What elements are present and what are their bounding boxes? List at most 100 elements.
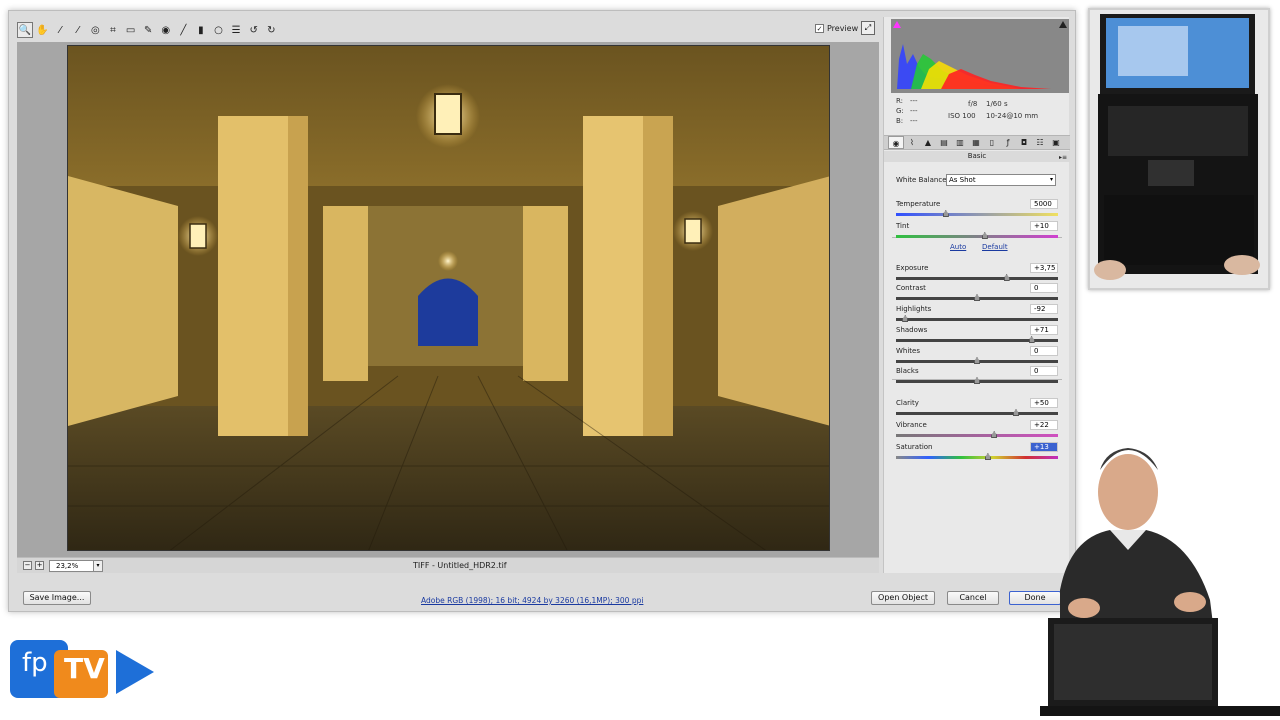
- cancel-button[interactable]: Cancel: [947, 591, 999, 605]
- white-balance-value: As Shot: [949, 176, 976, 184]
- slider-track[interactable]: [896, 456, 1058, 459]
- shadow-clipping-icon[interactable]: [893, 21, 901, 28]
- slider-value-input[interactable]: 0: [1030, 346, 1058, 356]
- split-toning-tab-icon[interactable]: ▥: [952, 136, 968, 149]
- preview-toggle[interactable]: ✓ Preview: [815, 24, 858, 33]
- slider-track[interactable]: [896, 213, 1058, 216]
- camera-calibration-tab-icon[interactable]: ◘: [1016, 136, 1032, 149]
- preview-label: Preview: [827, 24, 859, 33]
- slider-thumb[interactable]: [1003, 274, 1010, 281]
- slider-value-input[interactable]: -92: [1030, 304, 1058, 314]
- slider-blacks[interactable]: Blacks 0: [896, 366, 1058, 387]
- slider-value-input[interactable]: +10: [1030, 221, 1058, 231]
- image-canvas[interactable]: [17, 42, 879, 557]
- zoom-in-button[interactable]: +: [35, 561, 44, 570]
- slider-clarity[interactable]: Clarity +50: [896, 398, 1058, 419]
- adjustment-brush-icon[interactable]: ╱: [175, 22, 191, 38]
- panel-tabs: ◉ ⌇ ▲ ▤ ▥ ▦ ▯ ƒ ◘ ☷ ▣: [884, 135, 1070, 150]
- slider-thumb[interactable]: [1013, 409, 1019, 416]
- slider-label: Temperature: [896, 200, 941, 208]
- crop-icon[interactable]: ⌗: [105, 22, 121, 38]
- webcam-inset: [1088, 8, 1270, 290]
- slider-track[interactable]: [896, 412, 1058, 415]
- radial-filter-icon[interactable]: ○: [211, 22, 227, 38]
- spot-removal-icon[interactable]: ✎: [140, 22, 156, 38]
- panel-menu-icon[interactable]: ▸≡: [1059, 152, 1067, 163]
- slider-value-input[interactable]: 0: [1030, 283, 1058, 293]
- slider-shadows[interactable]: Shadows +71: [896, 325, 1058, 346]
- slider-temperature[interactable]: Temperature 5000: [896, 199, 1058, 220]
- slider-thumb[interactable]: [942, 210, 949, 217]
- slider-thumb[interactable]: [902, 315, 909, 322]
- slider-label: Tint: [896, 222, 910, 230]
- slider-thumb[interactable]: [974, 377, 980, 384]
- slider-thumb[interactable]: [974, 294, 980, 301]
- slider-track[interactable]: [896, 434, 1058, 437]
- rotate-cw-icon[interactable]: ↻: [263, 22, 279, 38]
- slider-thumb[interactable]: [984, 453, 991, 460]
- save-image-button[interactable]: Save Image...: [23, 591, 91, 605]
- lens-corrections-tab-icon[interactable]: ▦: [968, 136, 984, 149]
- slider-value-input[interactable]: +3,75: [1030, 263, 1058, 273]
- hdr-photo: [67, 45, 830, 551]
- preview-checkbox[interactable]: ✓: [815, 24, 824, 33]
- slider-value-input[interactable]: +71: [1030, 325, 1058, 335]
- straighten-icon[interactable]: ▭: [123, 22, 139, 38]
- slider-tint[interactable]: Tint +10: [896, 221, 1058, 242]
- slider-vibrance[interactable]: Vibrance +22: [896, 420, 1058, 441]
- slider-thumb[interactable]: [981, 232, 988, 239]
- white-balance-select[interactable]: As Shot ▾: [946, 174, 1056, 186]
- open-object-button[interactable]: Open Object: [871, 591, 935, 605]
- logo-tv-text: TV: [64, 652, 105, 685]
- auto-link[interactable]: Auto: [950, 243, 966, 251]
- basic-tab-icon[interactable]: ◉: [888, 136, 904, 149]
- section-label: Basic: [967, 152, 987, 160]
- target-adjust-icon[interactable]: ◎: [87, 22, 103, 38]
- slider-whites[interactable]: Whites 0: [896, 346, 1058, 367]
- slider-value-input[interactable]: +22: [1030, 420, 1058, 430]
- bottom-bar: Save Image... Adobe RGB (1998); 16 bit; …: [9, 579, 1075, 611]
- slider-contrast[interactable]: Contrast 0: [896, 283, 1058, 304]
- graduated-filter-icon[interactable]: ▮: [193, 22, 209, 38]
- iso: ISO 100: [948, 112, 976, 120]
- slider-exposure[interactable]: Exposure +3,75: [896, 263, 1058, 284]
- preferences-icon[interactable]: ☰: [228, 22, 244, 38]
- hand-icon[interactable]: ✋: [35, 22, 51, 38]
- fptv-logo: fp TV: [8, 636, 158, 706]
- slider-value-input[interactable]: +50: [1030, 398, 1058, 408]
- workflow-options-link[interactable]: Adobe RGB (1998); 16 bit; 4924 by 3260 (…: [421, 596, 643, 605]
- slider-track[interactable]: [896, 277, 1058, 280]
- rotate-ccw-icon[interactable]: ↺: [246, 22, 262, 38]
- slider-thumb[interactable]: [991, 431, 998, 438]
- camera-info: R: --- G: --- B: --- f/8 1/60 s ISO 100 …: [896, 97, 1066, 131]
- slider-track[interactable]: [896, 235, 1058, 238]
- slider-thumb[interactable]: [974, 357, 980, 364]
- zoom-level[interactable]: 23,2%: [49, 560, 95, 572]
- slider-highlights[interactable]: Highlights -92: [896, 304, 1058, 325]
- presets-tab-icon[interactable]: ☷: [1032, 136, 1048, 149]
- snapshots-tab-icon[interactable]: ▣: [1048, 136, 1064, 149]
- zoom-out-button[interactable]: −: [23, 561, 32, 570]
- detail-tab-icon[interactable]: ▲: [920, 136, 936, 149]
- white-balance-icon[interactable]: ⁄: [52, 22, 68, 38]
- highlight-clipping-icon[interactable]: [1059, 21, 1067, 28]
- hsl-tab-icon[interactable]: ▤: [936, 136, 952, 149]
- red-eye-icon[interactable]: ◉: [158, 22, 174, 38]
- color-sampler-icon[interactable]: ⁄: [70, 22, 86, 38]
- default-link[interactable]: Default: [982, 243, 1008, 251]
- tone-curve-tab-icon[interactable]: ⌇: [904, 136, 920, 149]
- slider-saturation[interactable]: Saturation +13: [896, 442, 1058, 463]
- toolbar: 🔍 ✋ ⁄ ⁄ ◎ ⌗ ▭ ✎ ◉ ╱ ▮ ○ ☰ ↺ ↻: [17, 19, 885, 41]
- slider-track[interactable]: [896, 318, 1058, 321]
- fx-tab-icon[interactable]: ƒ: [1000, 136, 1016, 149]
- lens: 10-24@10 mm: [986, 112, 1039, 120]
- histogram-graph: [897, 44, 1051, 89]
- slider-value-input[interactable]: 5000: [1030, 199, 1058, 209]
- slider-thumb[interactable]: [1028, 336, 1035, 343]
- zoom-icon[interactable]: 🔍: [17, 22, 33, 38]
- slider-value-input[interactable]: 0: [1030, 366, 1058, 376]
- zoom-dropdown-icon[interactable]: ▾: [93, 560, 103, 572]
- fullscreen-icon[interactable]: ⤢: [861, 21, 875, 35]
- aperture: f/8: [968, 100, 978, 108]
- effects-tab-icon[interactable]: ▯: [984, 136, 1000, 149]
